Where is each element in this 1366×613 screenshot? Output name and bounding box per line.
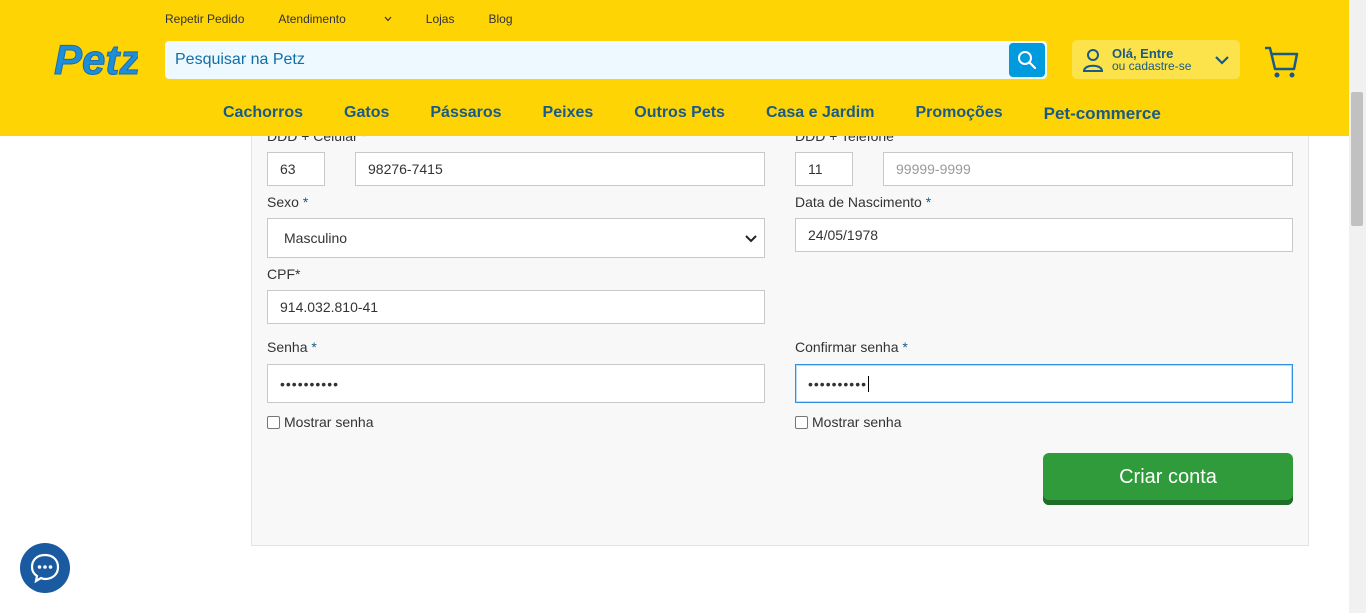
mostrar-senha-confirm-checkbox[interactable]: Mostrar senha (795, 414, 901, 430)
nav-passaros[interactable]: Pássaros (430, 104, 501, 124)
search-icon (1018, 51, 1037, 70)
mostrar-senha-label: Mostrar senha (284, 414, 374, 430)
telefone-number-field[interactable]: 99999-9999 (883, 152, 1293, 186)
cpf-label: CPF* (267, 266, 301, 282)
top-links: Repetir Pedido Atendimento Lojas Blog (165, 12, 547, 26)
confirmar-senha-field[interactable]: •••••••••• (795, 364, 1293, 403)
nav-casa-jardim[interactable]: Casa e Jardim (766, 104, 875, 124)
page-scrollbar[interactable] (1349, 0, 1366, 613)
sexo-selected-value: Masculino (284, 230, 348, 246)
chevron-down-icon (1215, 56, 1229, 65)
sexo-select[interactable]: Masculino (267, 218, 765, 258)
mostrar-senha-checkbox[interactable]: Mostrar senha (267, 414, 373, 430)
chevron-down-icon (745, 235, 757, 243)
checkbox-box[interactable] (267, 415, 280, 429)
account-title: Olá, Entre (1112, 45, 1174, 61)
celular-number-field[interactable]: 98276-7415 (355, 152, 765, 186)
search-bar (165, 41, 1047, 79)
top-link-atendimento[interactable]: Atendimento (278, 12, 392, 26)
user-icon (1082, 48, 1104, 72)
nav-promocoes[interactable]: Promoções (915, 104, 1002, 124)
top-link-blog[interactable]: Blog (488, 12, 512, 26)
nav-cachorros[interactable]: Cachorros (223, 104, 303, 124)
senha-field[interactable]: •••••••••• (267, 364, 765, 403)
chat-bubble-icon (30, 553, 60, 584)
petz-logo[interactable]: Petz (54, 34, 138, 83)
account-menu[interactable]: Olá, Entre ou cadastre-se (1072, 40, 1240, 79)
page: DDD + Celular * DDD + Telefone 63 98276-… (0, 0, 1366, 613)
atendimento-label: Atendimento (278, 12, 346, 26)
site-header: Repetir Pedido Atendimento Lojas Blog Pe… (0, 0, 1349, 136)
account-text: Olá, Entre ou cadastre-se (1112, 47, 1191, 73)
nav-pet-commerce[interactable]: Pet-commerce (1044, 104, 1161, 124)
celular-ddd-field[interactable]: 63 (267, 152, 325, 186)
top-link-repetir-pedido[interactable]: Repetir Pedido (165, 12, 244, 26)
mostrar-senha-confirm-label: Mostrar senha (812, 414, 902, 430)
main-nav: Cachorros Gatos Pássaros Peixes Outros P… (223, 104, 1202, 124)
nascimento-label: Data de Nascimento * (795, 194, 932, 210)
checkbox-box[interactable] (795, 415, 808, 429)
search-button[interactable] (1009, 43, 1045, 77)
confirmar-senha-value: •••••••••• (808, 375, 868, 392)
criar-conta-button[interactable]: Criar conta (1043, 453, 1293, 505)
text-caret (868, 375, 870, 392)
account-subtitle: ou cadastre-se (1112, 58, 1192, 73)
top-link-lojas[interactable]: Lojas (426, 12, 455, 26)
svg-text:Petz: Petz (54, 36, 138, 82)
telefone-ddd-field[interactable]: 11 (795, 152, 853, 186)
senha-label: Senha * (267, 339, 317, 355)
cpf-field[interactable]: 914.032.810-41 (267, 290, 765, 324)
scrollbar-thumb[interactable] (1351, 92, 1363, 226)
search-input[interactable] (165, 41, 1009, 79)
nav-peixes[interactable]: Peixes (543, 104, 594, 124)
nav-gatos[interactable]: Gatos (344, 104, 389, 124)
nascimento-field[interactable]: 24/05/1978 (795, 218, 1293, 252)
confirmar-senha-label: Confirmar senha * (795, 339, 908, 355)
cart-icon[interactable] (1263, 45, 1299, 79)
nav-outros-pets[interactable]: Outros Pets (634, 104, 725, 124)
chat-button[interactable] (20, 543, 70, 593)
sexo-label: Sexo * (267, 194, 309, 210)
chevron-down-icon (384, 16, 392, 22)
